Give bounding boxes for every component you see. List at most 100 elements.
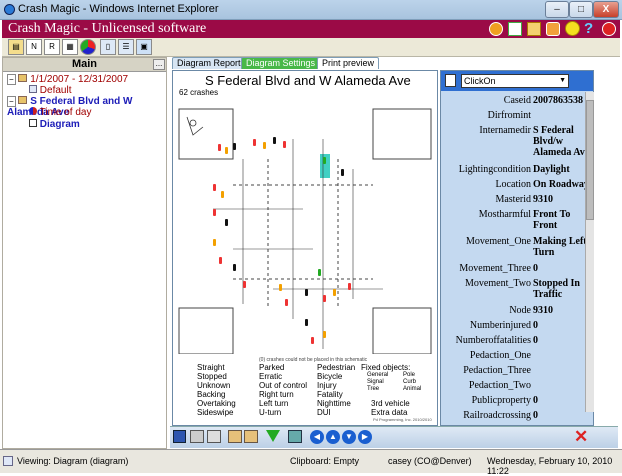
- vehicle-marker[interactable]: [333, 289, 336, 296]
- report-icon[interactable]: R: [44, 39, 60, 55]
- diagram-icon: [29, 119, 37, 127]
- refresh-icon[interactable]: [508, 22, 522, 36]
- table-icon[interactable]: ☰: [118, 39, 134, 55]
- tree-item-date-range[interactable]: − 1/1/2007 - 12/31/2007: [7, 74, 128, 85]
- nav-back-icon[interactable]: ◀: [310, 430, 324, 444]
- tree-item-diagram[interactable]: Diagram: [29, 119, 80, 130]
- tab-diagram-settings[interactable]: Diagram Settings: [241, 57, 321, 69]
- vehicle-marker[interactable]: [279, 284, 282, 291]
- vehicle-marker[interactable]: [253, 139, 256, 146]
- paste-icon[interactable]: [244, 430, 258, 443]
- legend-3rd-vehicle: 3rd vehicle: [371, 399, 410, 408]
- vehicle-marker[interactable]: [323, 331, 326, 338]
- print-icon[interactable]: [190, 430, 204, 443]
- legend-left-turn: Left turn: [259, 399, 289, 408]
- minimize-button[interactable]: –: [545, 1, 569, 18]
- vehicle-marker[interactable]: [285, 299, 288, 306]
- copy-icon[interactable]: ▯: [100, 39, 116, 55]
- status-viewing: Viewing: Diagram (diagram): [17, 456, 129, 466]
- crash-count: 62 crashes: [179, 88, 219, 97]
- diagram-title: S Federal Blvd and W Alameda Ave: [205, 73, 411, 88]
- tree-item-default[interactable]: Default: [29, 85, 71, 96]
- field-key: Publicproperty: [471, 395, 531, 406]
- vehicle-marker[interactable]: [305, 319, 308, 326]
- vehicle-marker[interactable]: [348, 283, 351, 290]
- vehicle-marker[interactable]: [213, 239, 216, 246]
- field-key: Railroadcrossing: [463, 410, 531, 421]
- vehicle-marker[interactable]: [283, 141, 286, 148]
- maximize-button[interactable]: □: [569, 1, 593, 18]
- pie-chart-icon[interactable]: [80, 39, 96, 55]
- vehicle-marker[interactable]: [311, 337, 314, 344]
- save-icon[interactable]: [173, 430, 186, 443]
- compass-icon[interactable]: [489, 22, 503, 36]
- vehicle-marker[interactable]: [218, 144, 221, 151]
- field-row: Pedaction_One: [441, 350, 593, 365]
- help-icon[interactable]: ?: [584, 20, 593, 37]
- vehicle-marker[interactable]: [225, 219, 228, 226]
- nav-down-icon[interactable]: ▼: [342, 430, 356, 444]
- close-button[interactable]: X: [593, 1, 619, 18]
- vehicle-marker[interactable]: [219, 257, 222, 264]
- smiley-icon[interactable]: [565, 21, 580, 36]
- filter-icon[interactable]: [266, 430, 280, 442]
- settings-icon[interactable]: [546, 22, 560, 36]
- vehicle-marker[interactable]: [323, 295, 326, 302]
- legend-fixed-animal: Animal: [403, 386, 422, 392]
- collapse-button[interactable]: ...: [153, 59, 165, 70]
- legend: Straight Stopped Unknown Backing Overtak…: [177, 363, 435, 417]
- field-key: Caseid: [503, 95, 531, 106]
- vehicle-marker[interactable]: [225, 147, 228, 154]
- legend-parked: Parked: [259, 363, 285, 372]
- vehicle-marker[interactable]: [233, 264, 236, 271]
- tree-item-label: 1/1/2007 - 12/31/2007: [30, 74, 129, 85]
- legend-dui: DUI: [317, 408, 331, 417]
- copy-icon[interactable]: [228, 430, 242, 443]
- vehicle-marker[interactable]: [213, 184, 216, 191]
- box-icon[interactable]: [527, 22, 541, 36]
- power-icon[interactable]: [602, 22, 616, 36]
- legend-stopped: Stopped: [197, 372, 227, 381]
- print-setup-icon[interactable]: [207, 430, 221, 443]
- field-value: 0: [533, 410, 538, 421]
- pie-icon: [29, 107, 37, 115]
- field-list: Caseid 2007863538 Dirfromint Internamedir S …: [441, 93, 593, 425]
- legend-backing: Backing: [197, 390, 226, 399]
- clickon-dropdown[interactable]: ClickOn ▼: [461, 74, 569, 88]
- nav-up-icon[interactable]: ▲: [326, 430, 340, 444]
- folder-icon[interactable]: ▤: [8, 39, 24, 55]
- vehicle-marker[interactable]: [243, 281, 246, 288]
- tree-item-time-of-day[interactable]: Time of day: [29, 107, 91, 118]
- grid-icon[interactable]: ▦: [62, 39, 78, 55]
- field-key: Dirfromint: [487, 110, 531, 121]
- vehicle-marker[interactable]: [323, 157, 326, 164]
- vehicle-marker[interactable]: [221, 191, 224, 198]
- image-icon[interactable]: [288, 430, 302, 443]
- notes-icon[interactable]: N: [26, 39, 42, 55]
- vehicle-marker[interactable]: [233, 143, 236, 150]
- expand-toggle[interactable]: −: [7, 74, 16, 85]
- export-icon[interactable]: ▣: [136, 39, 152, 55]
- vehicle-marker[interactable]: [263, 142, 266, 149]
- vehicle-marker[interactable]: [305, 289, 308, 296]
- vehicle-marker[interactable]: [213, 209, 216, 216]
- scroll-thumb[interactable]: [586, 100, 594, 220]
- status-icon: [3, 456, 13, 466]
- field-key: Movement_Two: [465, 278, 531, 289]
- view-tabs: Diagram Report Diagram Settings Print pr…: [170, 57, 618, 69]
- details-scrollbar[interactable]: [585, 92, 594, 412]
- tab-diagram-report[interactable]: Diagram Report: [172, 57, 246, 69]
- vehicle-marker[interactable]: [318, 269, 321, 276]
- legend-fixed-curb: Curb: [403, 379, 417, 385]
- field-value: 0: [533, 395, 538, 406]
- expand-toggle[interactable]: −: [7, 96, 16, 107]
- status-clipboard: Clipboard: Empty: [290, 456, 360, 466]
- diagram-canvas[interactable]: S Federal Blvd and W Alameda Ave 62 cras…: [172, 70, 438, 426]
- tab-print-preview[interactable]: Print preview: [317, 57, 380, 69]
- vehicle-marker[interactable]: [273, 137, 276, 144]
- field-key: Pedaction_Two: [468, 380, 531, 391]
- vehicle-marker[interactable]: [341, 169, 344, 176]
- close-view-icon[interactable]: ✕: [574, 427, 588, 447]
- field-row: Internamedir S Federal Blvd/w Alameda Ave: [441, 125, 593, 164]
- nav-forward-icon[interactable]: ▶: [358, 430, 372, 444]
